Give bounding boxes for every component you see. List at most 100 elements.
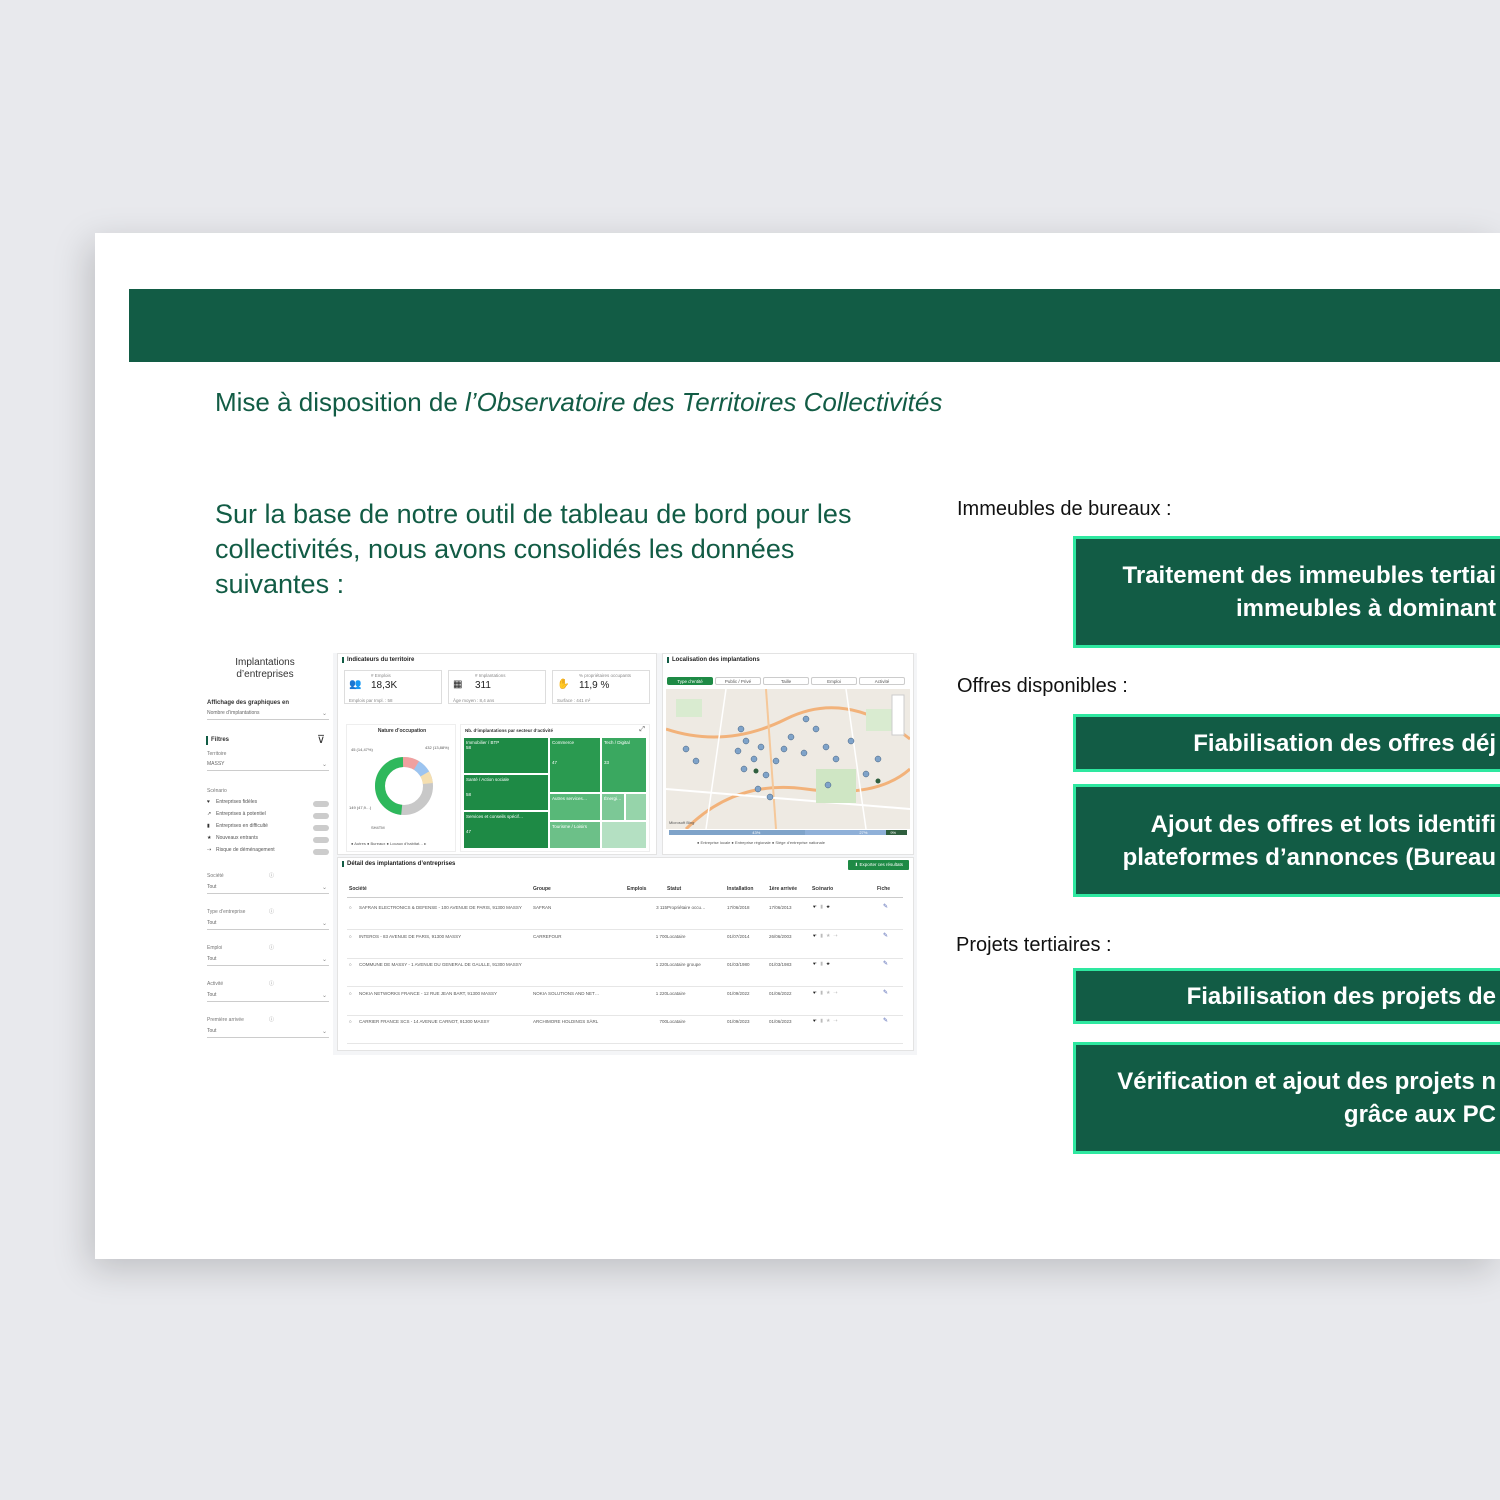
filter-select[interactable]: Tout ⌄ xyxy=(207,920,329,930)
map-tab[interactable]: Public / Privé xyxy=(715,677,761,685)
open-record-icon[interactable]: ✎ xyxy=(883,904,888,910)
star-icon: ★ xyxy=(207,835,212,841)
treemap-cell-value: 58 xyxy=(466,745,472,750)
scenario-label: Entreprises à potentiel xyxy=(216,811,266,817)
open-record-icon[interactable]: ✎ xyxy=(883,1018,888,1024)
cell-statut: Propriétaire occu… xyxy=(667,905,706,910)
info-box-offices-1: Traitement des immeubles tertiai immeubl… xyxy=(1073,536,1500,648)
table-column-header[interactable]: Statut xyxy=(667,886,681,892)
map-tab[interactable]: Activité xyxy=(859,677,905,685)
map-tab[interactable]: Emploi xyxy=(811,677,857,685)
expand-row-icon[interactable]: ○ xyxy=(349,991,357,997)
scenario-label: Nouveaux entrants xyxy=(216,835,258,841)
table-column-header[interactable]: Groupe xyxy=(533,886,551,892)
slide: Mise à disposition de l’Observatoire des… xyxy=(95,233,1500,1259)
heart-icon: ♥ xyxy=(813,1018,819,1023)
open-record-icon[interactable]: ✎ xyxy=(883,990,888,996)
kpi-value: 311 xyxy=(475,680,491,691)
table-row[interactable]: ○ SAFRAN ELECTRONICS & DEFENSE - 100 AVEN… xyxy=(347,901,903,930)
territory-select[interactable]: MASSY ⌄ xyxy=(207,761,329,771)
filter-select[interactable]: Tout ⌄ xyxy=(207,1028,329,1038)
occupancy-donut-card: Nature d’occupation 45 (14,47%) 432 (13,… xyxy=(346,724,456,852)
toggle-switch[interactable] xyxy=(313,813,329,819)
donut-legend: ● Autres ● Bureaux ● Locaux d’habitat… ▸ xyxy=(351,841,427,846)
chart-icon: ↗ xyxy=(207,811,212,817)
table-column-header[interactable]: Fiche xyxy=(877,886,890,892)
table-column-header[interactable]: 1ère arrivée xyxy=(769,886,797,892)
info-box-offers-1: Fiabilisation des offres déj xyxy=(1073,714,1500,772)
cell-arrivee: 17/06/2013 xyxy=(769,905,792,910)
heart-icon: ♥ xyxy=(813,961,819,966)
chevron-down-icon: ⌄ xyxy=(321,885,327,891)
table-column-header[interactable]: Installation xyxy=(727,886,753,892)
treemap-cell xyxy=(625,793,647,821)
toggle-switch[interactable] xyxy=(313,849,329,855)
scenario-toggle-row[interactable]: ♥ Entreprises fidèles xyxy=(207,799,331,809)
sidebar-title-line: Implantations xyxy=(235,657,295,668)
expand-icon[interactable]: ⤢ xyxy=(639,726,645,734)
section-heading-offers: Offres disponibles : xyxy=(957,675,1128,697)
display-select[interactable]: Nombre d’implantations ⌄ xyxy=(207,710,329,720)
box-line: Vérification et ajout des projets n xyxy=(1117,1068,1496,1095)
expand-row-icon[interactable]: ○ xyxy=(349,1019,357,1025)
cell-emplois: 1 220 xyxy=(655,990,667,996)
filter-select[interactable]: Tout ⌄ xyxy=(207,956,329,966)
cell-emplois: 1 220 xyxy=(655,962,667,967)
treemap-cell-value: 47 xyxy=(552,760,558,765)
open-record-icon[interactable]: ✎ xyxy=(883,961,888,967)
treemap-cell: Santé / Action sociale 58 xyxy=(463,774,549,811)
scenario-toggle-row[interactable]: ↗ Entreprises à potentiel xyxy=(207,811,331,821)
map-panel: Localisation des implantations Type d’en… xyxy=(662,653,914,855)
cell-societe: COMMUNE DE MASSY - 1 AVENUE DU GENERAL D… xyxy=(359,962,522,967)
box-line: Traitement des immeubles tertiai xyxy=(1122,562,1496,589)
kpi-subtext: Emplois par Impl. : 58 xyxy=(349,698,393,703)
title-banner xyxy=(129,289,1500,362)
open-record-icon[interactable]: ✎ xyxy=(883,933,888,939)
cell-arrivee: 01/03/1983 xyxy=(769,962,792,967)
table-row[interactable]: ○ CARRIER FRANCE SCS - 14 AVENUE CARNOT, … xyxy=(347,1015,903,1044)
info-box-offers-2: Ajout des offres et lots identifi platef… xyxy=(1073,784,1500,897)
sidebar-title-line: d’entreprises xyxy=(236,669,294,680)
section-heading-projects: Projets tertiaires : xyxy=(956,934,1112,956)
filter-select[interactable]: Tout ⌄ xyxy=(207,884,329,894)
sector-treemap: Immobilier / BTP 58 Commerce 47 Tech / Dig… xyxy=(463,737,647,849)
scenario-toggle-row[interactable]: ▮ Entreprises en difficulté xyxy=(207,823,331,833)
toggle-switch[interactable] xyxy=(313,825,329,831)
box-line: grâce aux PC xyxy=(1343,1101,1496,1128)
table-row[interactable]: ○ INTEROS - 83 AVENUE DE PARIS, 91300 MAS… xyxy=(347,930,903,959)
treemap-cell: Immobilier / BTP 58 xyxy=(463,737,549,774)
filter-clear-icon[interactable]: ⊽ xyxy=(317,733,325,746)
subtitle-product-name: l’Observatoire des Territoires Collectiv… xyxy=(465,387,943,417)
table-column-header[interactable]: Scénario xyxy=(812,886,833,892)
kpi-label: % propriétaires occupants xyxy=(579,673,632,678)
toggle-switch[interactable] xyxy=(313,837,329,843)
cell-emplois: 3 115 xyxy=(656,905,667,910)
scenario-toggle-row[interactable]: ⇢ Risque de déménagement xyxy=(207,847,331,857)
donut-label: 149 (47,9…) xyxy=(349,805,372,810)
indicators-title: Indicateurs du territoire xyxy=(342,657,414,663)
map-tab[interactable]: Taille xyxy=(763,677,809,685)
scenario-toggle-row[interactable]: ★ Nouveaux entrants xyxy=(207,835,331,845)
star-icon: ★ xyxy=(825,961,833,966)
scenario-label: Entreprises fidèles xyxy=(216,799,258,805)
cell-societe: CARRIER FRANCE SCS - 14 AVENUE CARNOT, 9… xyxy=(359,1019,490,1024)
expand-row-icon[interactable]: ○ xyxy=(349,962,357,968)
export-button[interactable]: ⬇ Exporter ces résultats xyxy=(848,860,909,870)
expand-row-icon[interactable]: ○ xyxy=(349,905,357,911)
expand-row-icon[interactable]: ○ xyxy=(349,934,357,940)
scenario-label: Scénario xyxy=(207,788,227,794)
implantations-map[interactable] xyxy=(666,689,910,829)
map-tab[interactable]: Type d’entité xyxy=(667,677,713,685)
table-row[interactable]: ○ COMMUNE DE MASSY - 1 AVENUE DU GENERAL … xyxy=(347,958,903,987)
donut-label: SH4TM xyxy=(371,825,385,830)
table-column-header[interactable]: Société xyxy=(349,886,367,892)
table-column-header[interactable]: Emplois xyxy=(627,886,646,892)
toggle-switch[interactable] xyxy=(313,801,329,807)
cell-arrivee: 01/06/2022 xyxy=(769,990,792,996)
info-box-projects-1: Fiabilisation des projets de xyxy=(1073,968,1500,1024)
table-row[interactable]: ○ NOKIA NETWORKS FRANCE - 12 RUE JEAN BAR… xyxy=(347,987,903,1016)
box-line: Fiabilisation des projets de xyxy=(1186,982,1496,1010)
filter-select[interactable]: Tout ⌄ xyxy=(207,992,329,1002)
cell-emplois: 1 700 xyxy=(655,933,667,939)
display-label: Affichage des graphiques en xyxy=(207,700,290,706)
